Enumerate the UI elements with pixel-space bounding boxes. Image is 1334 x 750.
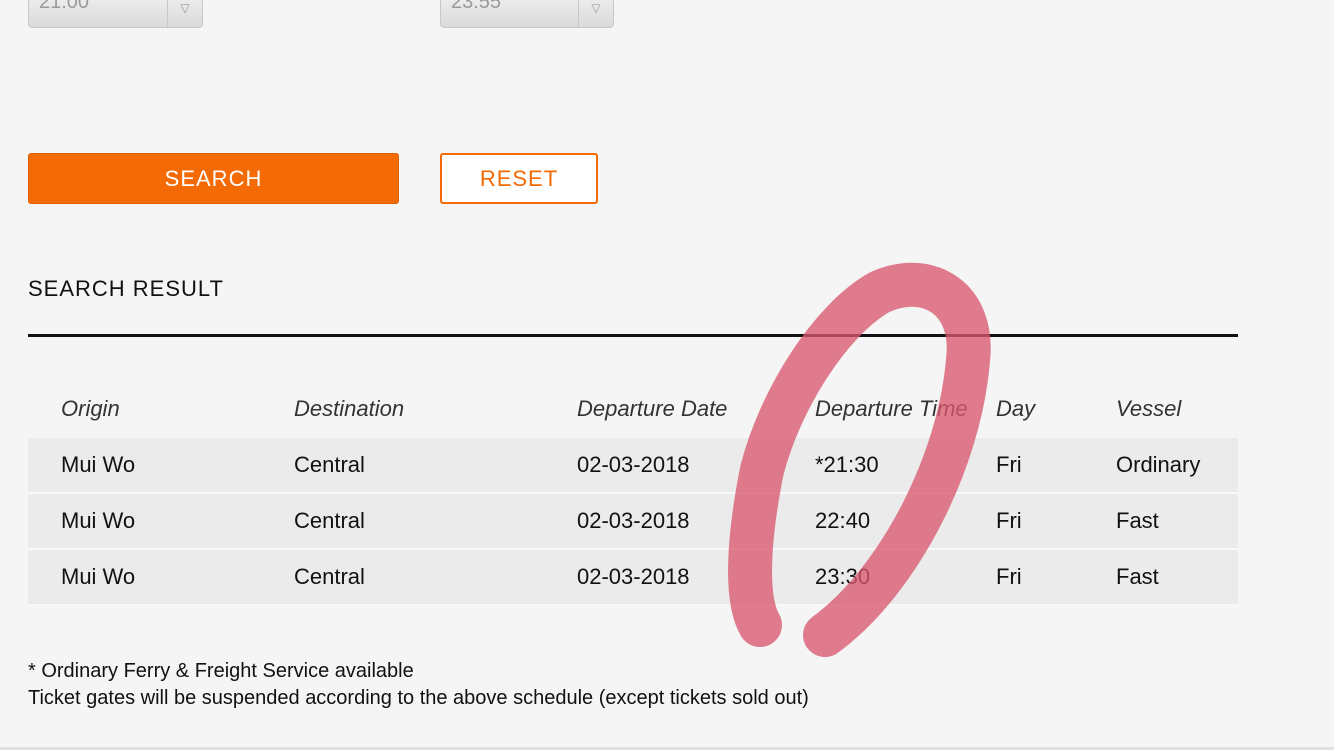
highlight-annotation [728, 262, 991, 657]
cell-destination: Central [294, 564, 365, 589]
header-vessel: Vessel [1116, 396, 1182, 421]
cell-day: Fri [996, 508, 1022, 533]
footnotes: * Ordinary Ferry & Freight Service avail… [28, 658, 809, 712]
header-day: Day [996, 396, 1036, 421]
cell-origin: Mui Wo [61, 452, 136, 477]
header-origin: Origin [61, 396, 120, 421]
cell-destination: Central [294, 452, 365, 477]
cell-departure-date: 02-03-2018 [577, 508, 690, 533]
time-from-select[interactable]: 21:00 ▽ [28, 0, 203, 28]
time-to-select[interactable]: 23:55 ▽ [440, 0, 614, 28]
cell-day: Fri [996, 564, 1022, 589]
footnote-ordinary-ferry: * Ordinary Ferry & Freight Service avail… [28, 660, 414, 682]
reset-button[interactable]: RESET [440, 153, 598, 204]
table-row: Mui Wo Central 02-03-2018 22:40 Fri Fast [28, 494, 1238, 550]
search-button[interactable]: SEARCH [28, 153, 399, 204]
table-row: Mui Wo Central 02-03-2018 *21:30 Fri Ord… [28, 438, 1238, 494]
cell-vessel: Fast [1116, 564, 1159, 589]
cell-vessel: Ordinary [1116, 452, 1201, 477]
ferry-timetable-page: 21:00 ▽ 23:55 ▽ SEARCH RESET SEARCH RESU… [0, 0, 1334, 750]
table-header-row: Origin Destination Departure Date Depart… [28, 380, 1238, 438]
cell-departure-date: 02-03-2018 [577, 564, 690, 589]
results-table: Origin Destination Departure Date Depart… [28, 380, 1238, 606]
cell-origin: Mui Wo [61, 508, 136, 533]
cell-origin: Mui Wo [61, 564, 136, 589]
footnote-ticket-gates: Ticket gates will be suspended according… [28, 687, 809, 709]
chevron-down-icon: ▽ [578, 0, 613, 27]
search-result-heading: SEARCH RESULT [28, 276, 224, 301]
time-from-value: 21:00 [39, 0, 90, 13]
cell-day: Fri [996, 452, 1022, 477]
cell-departure-time: 23:30 [815, 564, 871, 589]
cell-departure-time: *21:30 [815, 452, 879, 477]
divider [28, 334, 1238, 337]
chevron-down-icon: ▽ [167, 0, 202, 27]
header-departure-date: Departure Date [577, 396, 728, 421]
cell-departure-time: 22:40 [815, 508, 871, 533]
table-row: Mui Wo Central 02-03-2018 23:30 Fri Fast [28, 550, 1238, 606]
header-destination: Destination [294, 396, 405, 421]
cell-destination: Central [294, 508, 365, 533]
header-departure-time: Departure Time [815, 396, 968, 421]
cell-departure-date: 02-03-2018 [577, 452, 690, 477]
time-to-value: 23:55 [451, 0, 502, 13]
cell-vessel: Fast [1116, 508, 1159, 533]
